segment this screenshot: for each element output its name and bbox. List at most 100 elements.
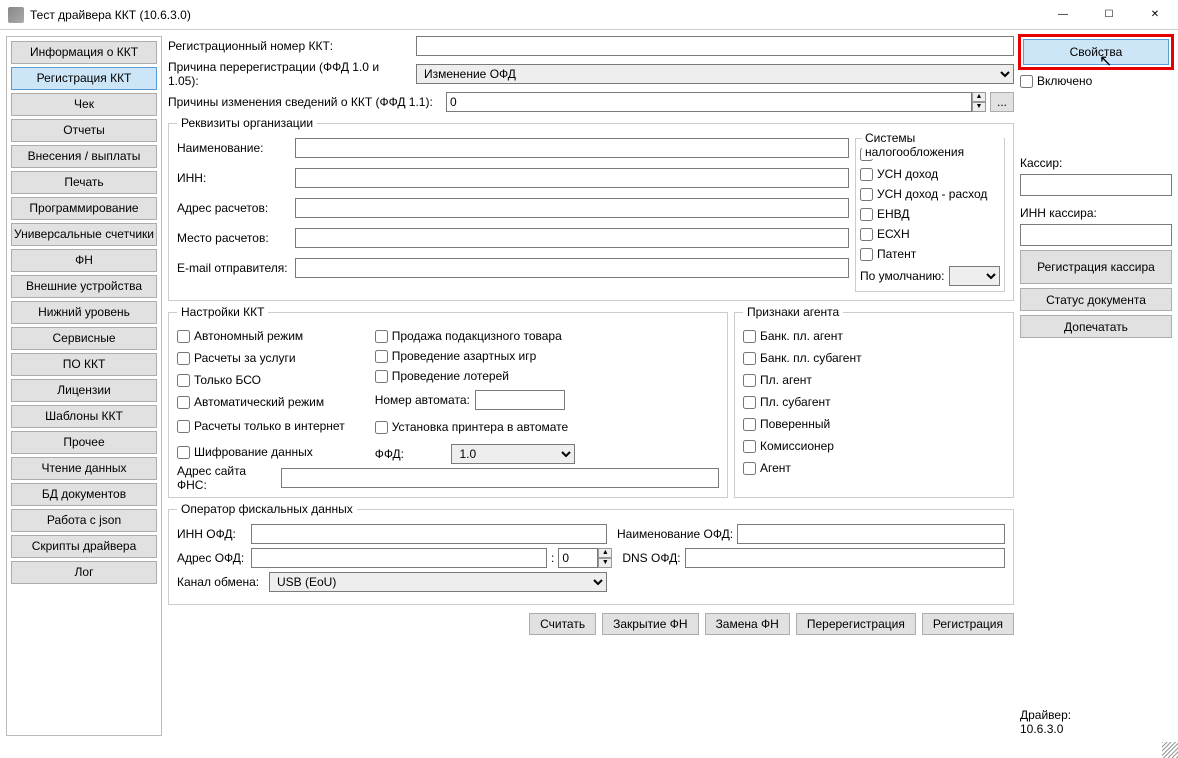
kkt-left-check-2[interactable] (177, 374, 190, 387)
tax-check-1[interactable] (860, 168, 873, 181)
org-calcplace-input[interactable] (295, 228, 849, 248)
org-calcaddr-input[interactable] (295, 198, 849, 218)
sidebar-item-14[interactable]: Шаблоны ККТ (11, 405, 157, 428)
kkt-left-check-0[interactable] (177, 330, 190, 343)
driver-label: Драйвер: (1020, 708, 1071, 722)
kkt-left-check-1[interactable] (177, 352, 190, 365)
reg-button[interactable]: Регистрация (922, 613, 1014, 635)
org-email-input[interactable] (295, 258, 849, 278)
agent-check-2[interactable] (743, 374, 756, 387)
cashier-label: Кассир: (1020, 156, 1172, 170)
sidebar-item-8[interactable]: ФН (11, 249, 157, 272)
sidebar-item-17[interactable]: БД документов (11, 483, 157, 506)
printer-install-check[interactable] (375, 421, 388, 434)
spin-up[interactable]: ▲ (972, 92, 986, 102)
ffd-select[interactable]: 1.0 (451, 444, 574, 464)
right-panel: Свойства ↖ Включено Кассир: ИНН кассира:… (1020, 36, 1172, 736)
ofd-name-input[interactable] (737, 524, 1005, 544)
cashier-input[interactable] (1020, 174, 1172, 196)
sidebar-item-18[interactable]: Работа с json (11, 509, 157, 532)
doc-status-button[interactable]: Статус документа (1020, 288, 1172, 311)
sidebar-item-16[interactable]: Чтение данных (11, 457, 157, 480)
tax-check-4[interactable] (860, 228, 873, 241)
sidebar-item-1[interactable]: Регистрация ККТ (11, 67, 157, 90)
ofd-port-input[interactable] (558, 548, 598, 568)
sidebar-item-13[interactable]: Лицензии (11, 379, 157, 402)
sidebar-item-9[interactable]: Внешние устройства (11, 275, 157, 298)
sidebar-item-0[interactable]: Информация о ККТ (11, 41, 157, 64)
reg-number-input[interactable] (416, 36, 1014, 56)
machine-num-input[interactable] (475, 390, 565, 410)
sidebar-item-7[interactable]: Универсальные счетчики (11, 223, 157, 246)
tax-check-3[interactable] (860, 208, 873, 221)
sidebar-item-4[interactable]: Внесения / выплаты (11, 145, 157, 168)
rereg-reason-label: Причина перерегистрации (ФФД 1.0 и 1.05)… (168, 60, 412, 88)
ofd-dns-input[interactable] (685, 548, 1005, 568)
kkt-mid-label-0: Продажа подакцизного товара (392, 329, 562, 343)
enabled-check[interactable] (1020, 75, 1033, 88)
change-reasons-input[interactable] (446, 92, 972, 112)
sidebar-item-3[interactable]: Отчеты (11, 119, 157, 142)
titlebar: Тест драйвера ККТ (10.6.3.0) — ☐ ✕ (0, 0, 1178, 30)
org-name-input[interactable] (295, 138, 849, 158)
ofd-dns-label: DNS ОФД: (622, 551, 680, 565)
resize-grip[interactable] (1162, 742, 1178, 758)
kkt-left-check-4[interactable] (177, 420, 190, 433)
read-button[interactable]: Считать (529, 613, 596, 635)
sidebar-item-19[interactable]: Скрипты драйвера (11, 535, 157, 558)
reprint-button[interactable]: Допечатать (1020, 315, 1172, 338)
cashier-inn-input[interactable] (1020, 224, 1172, 246)
ellipsis-button[interactable]: ... (990, 92, 1014, 112)
replace-fn-button[interactable]: Замена ФН (705, 613, 790, 635)
close-fn-button[interactable]: Закрытие ФН (602, 613, 698, 635)
ofd-legend: Оператор фискальных данных (177, 502, 357, 516)
tax-check-5[interactable] (860, 248, 873, 261)
org-calcplace-label: Место расчетов: (177, 231, 289, 245)
ofd-addr-input[interactable] (251, 548, 547, 568)
sidebar-item-2[interactable]: Чек (11, 93, 157, 116)
spin-down[interactable]: ▼ (972, 102, 986, 112)
port-spin-down[interactable]: ▼ (598, 558, 612, 568)
ofd-inn-input[interactable] (251, 524, 607, 544)
maximize-button[interactable]: ☐ (1086, 0, 1132, 30)
kkt-left-label-5: Шифрование данных (194, 445, 313, 459)
sidebar-item-20[interactable]: Лог (11, 561, 157, 584)
agent-check-0[interactable] (743, 330, 756, 343)
kkt-left-check-3[interactable] (177, 396, 190, 409)
sidebar-item-10[interactable]: Нижний уровень (11, 301, 157, 324)
tax-check-2[interactable] (860, 188, 873, 201)
tax-default-label: По умолчанию: (860, 269, 945, 283)
minimize-button[interactable]: — (1040, 0, 1086, 30)
properties-highlight: Свойства ↖ (1018, 34, 1174, 70)
sidebar-item-15[interactable]: Прочее (11, 431, 157, 454)
sidebar-item-11[interactable]: Сервисные (11, 327, 157, 350)
tax-title: Системы налогообложения (862, 131, 1004, 159)
reg-number-label: Регистрационный номер ККТ: (168, 39, 412, 53)
agent-label-5: Комиссионер (760, 439, 834, 453)
agent-check-1[interactable] (743, 352, 756, 365)
agent-check-5[interactable] (743, 440, 756, 453)
ofd-channel-select[interactable]: USB (EoU) (269, 572, 607, 592)
agent-label-2: Пл. агент (760, 373, 812, 387)
properties-button[interactable]: Свойства (1023, 39, 1169, 65)
rereg-reason-select[interactable]: Изменение ОФД (416, 64, 1014, 84)
org-inn-input[interactable] (295, 168, 849, 188)
fns-addr-input[interactable] (281, 468, 719, 488)
kkt-mid-check-0[interactable] (375, 330, 388, 343)
tax-default-select[interactable] (949, 266, 1001, 286)
close-button[interactable]: ✕ (1132, 0, 1178, 30)
sidebar-item-6[interactable]: Программирование (11, 197, 157, 220)
agent-check-4[interactable] (743, 418, 756, 431)
agent-check-6[interactable] (743, 462, 756, 475)
kkt-mid-check-2[interactable] (375, 370, 388, 383)
kkt-mid-check-1[interactable] (375, 350, 388, 363)
sidebar-item-5[interactable]: Печать (11, 171, 157, 194)
rereg-button[interactable]: Перерегистрация (796, 613, 916, 635)
kkt-left-check-5[interactable] (177, 446, 190, 459)
main-panel: Регистрационный номер ККТ: Причина перер… (168, 36, 1014, 736)
reg-cashier-button[interactable]: Регистрация кассира (1020, 250, 1172, 284)
agent-check-3[interactable] (743, 396, 756, 409)
port-spin-up[interactable]: ▲ (598, 548, 612, 558)
tax-label-4: ЕСХН (877, 227, 910, 241)
sidebar-item-12[interactable]: ПО ККТ (11, 353, 157, 376)
